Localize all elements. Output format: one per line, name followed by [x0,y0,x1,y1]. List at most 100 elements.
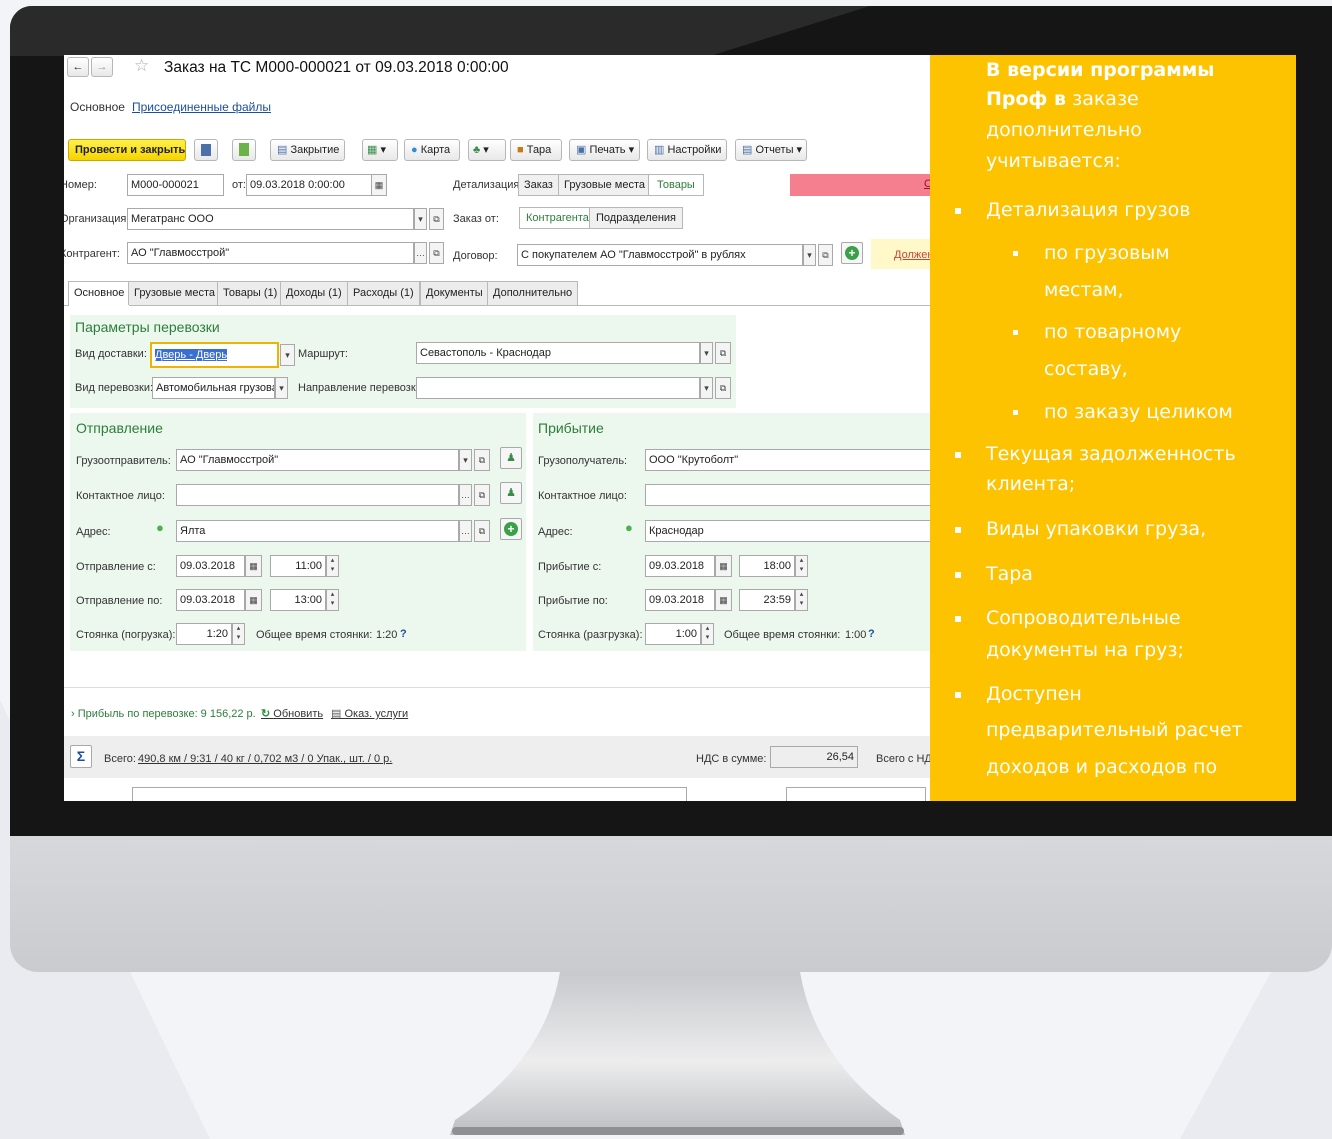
bottom-field-partial[interactable] [132,787,687,801]
time-spinner-icon[interactable]: ▴ ▾ [326,589,339,611]
direction-open-icon[interactable]: ⧉ [715,377,731,399]
sigma-button[interactable]: Σ [70,745,92,768]
loading-stop-field[interactable]: 1:20 [176,623,232,645]
transport-field[interactable]: Автомобильная грузовая [152,377,275,399]
arrival-to-time[interactable]: 23:59 [739,589,795,611]
save-button[interactable] [194,139,218,161]
services-button[interactable]: ▤ Оказ. услуги [331,707,408,720]
map-button[interactable]: ● Карта [404,139,460,161]
tab-expenses[interactable]: Расходы (1) [347,281,420,305]
calendar-icon[interactable]: ▦ [371,174,387,196]
arrival-address-field[interactable]: Краснодар [645,520,930,542]
users-dropdown-button[interactable]: ♣ ▾ [468,139,506,161]
calendar-icon[interactable]: ▦ [245,555,262,577]
tara-button[interactable]: ■ Тара [510,139,562,161]
arrival-from-time[interactable]: 18:00 [739,555,795,577]
time-spinner-icon[interactable]: ▴ ▾ [795,589,808,611]
date-field[interactable]: 09.03.2018 0:00:00 [246,174,372,196]
org-field[interactable]: Мегатранс ООО [127,208,414,230]
tab-main[interactable]: Основное [68,281,131,306]
tab-additional[interactable]: Дополнительно [487,281,579,305]
route-field[interactable]: Севастополь - Краснодар [416,342,700,364]
arrival-from-date[interactable]: 09.03.2018 [645,555,715,577]
back-button[interactable]: ← [67,57,89,77]
tab-income[interactable]: Доходы (1) [280,281,348,305]
contact-select-icon[interactable]: … [459,484,472,506]
contract-dropdown-icon[interactable]: ▾ [803,244,816,266]
direction-field[interactable] [416,377,700,399]
direction-dropdown-icon[interactable]: ▾ [700,377,713,399]
bottom-field-partial-right[interactable] [786,787,926,801]
print-button[interactable]: ▣ Печать ▾ [569,139,640,161]
calendar-icon[interactable]: ▦ [715,589,732,611]
tab-cargo-places[interactable]: Грузовые места [128,281,222,305]
refresh-button[interactable]: ↻ Обновить [261,707,323,720]
departure-from-time[interactable]: 11:00 [270,555,326,577]
route-open-icon[interactable]: ⧉ [715,342,731,364]
org-open-icon[interactable]: ⧉ [429,208,444,230]
shipper-dropdown-icon[interactable]: ▾ [459,449,472,471]
contact-field[interactable] [176,484,459,506]
org-dropdown-icon[interactable]: ▾ [414,208,427,230]
favorite-star-icon[interactable]: ☆ [134,56,149,76]
transport-dropdown-icon[interactable]: ▾ [275,377,288,399]
detail-goods-button[interactable]: Товары [648,174,704,196]
delivery-dropdown-icon[interactable]: ▾ [280,344,295,366]
stop-spinner-icon[interactable]: ▴ ▾ [232,623,245,645]
address-label: Адрес: [76,526,111,538]
app-window: ← → ☆ Заказ на ТС М000-000021 от 09.03.2… [64,55,930,801]
order-from-division-button[interactable]: Подразделения [589,207,683,229]
document-button[interactable] [232,139,256,161]
counterparty-select-icon[interactable]: … [414,242,427,264]
forward-button[interactable]: → [91,57,113,77]
contract-field[interactable]: С покупателем АО "Главмосстрой" в рублях [517,244,803,266]
shipper-field[interactable]: АО "Главмосстрой" [176,449,459,471]
add-contract-button[interactable]: + [841,242,863,264]
tab-attached-files[interactable]: Присоединенные файлы [132,100,271,114]
tab-main-top[interactable]: Основное [70,100,125,114]
route-label: Маршрут: [298,348,348,360]
shipper-open-icon[interactable]: ⧉ [474,449,490,471]
counterparty-field[interactable]: АО "Главмосстрой" [127,242,414,264]
arrival-contact-field[interactable] [645,484,930,506]
time-spinner-icon[interactable]: ▴ ▾ [326,555,339,577]
detail-cargo-places-button[interactable]: Грузовые места [558,174,652,196]
debt-link[interactable]: Должен [894,249,930,261]
profit-text[interactable]: › Прибыль по перевозке: 9 156,22 р. [71,708,256,720]
totals-value[interactable]: 490,8 км / 9:31 / 40 кг / 0,702 м3 / 0 У… [138,753,392,765]
address-select-icon[interactable]: … [459,520,472,542]
number-field[interactable]: М000-000021 [127,174,224,196]
delivery-field[interactable]: Дверь - Дверь [150,342,279,368]
order-from-counterparty-button[interactable]: Контрагента [519,207,596,229]
settings-button[interactable]: ▥ Настройки [647,139,727,161]
consignee-field[interactable]: ООО "Крутоболт" [645,449,930,471]
arrival-to-date[interactable]: 09.03.2018 [645,589,715,611]
reports-button[interactable]: ▤ Отчеты ▾ [735,139,807,161]
tab-documents[interactable]: Документы [420,281,489,305]
address-field[interactable]: Ялта [176,520,459,542]
calendar-icon[interactable]: ▦ [245,589,262,611]
shipper-contact-button[interactable]: ♟ [500,447,522,469]
departure-to-date[interactable]: 09.03.2018 [176,589,245,611]
unloading-stop-field[interactable]: 1:00 [645,623,701,645]
tab-goods[interactable]: Товары (1) [217,281,284,305]
post-and-close-button[interactable]: Провести и закрыть [68,139,186,161]
time-spinner-icon[interactable]: ▴ ▾ [795,555,808,577]
detail-order-button[interactable]: Заказ [518,174,559,196]
contact-open-icon[interactable]: ⧉ [474,484,490,506]
stop-spinner-icon[interactable]: ▴ ▾ [701,623,714,645]
add-address-button[interactable]: + [500,518,522,540]
closing-button[interactable]: ▤ Закрытие [270,139,345,161]
contract-open-icon[interactable]: ⧉ [818,244,833,266]
help-icon[interactable]: ? [400,628,407,640]
contact-person-button[interactable]: ♟ [500,482,522,504]
departure-from-date[interactable]: 09.03.2018 [176,555,245,577]
departure-to-time[interactable]: 13:00 [270,589,326,611]
structure-dropdown-button[interactable]: ▦ ▾ [362,139,398,161]
counterparty-open-icon[interactable]: ⧉ [429,242,444,264]
vat-field[interactable]: 26,54 [770,746,858,768]
help-icon[interactable]: ? [868,628,875,640]
address-open-icon[interactable]: ⧉ [474,520,490,542]
route-dropdown-icon[interactable]: ▾ [700,342,713,364]
calendar-icon[interactable]: ▦ [715,555,732,577]
